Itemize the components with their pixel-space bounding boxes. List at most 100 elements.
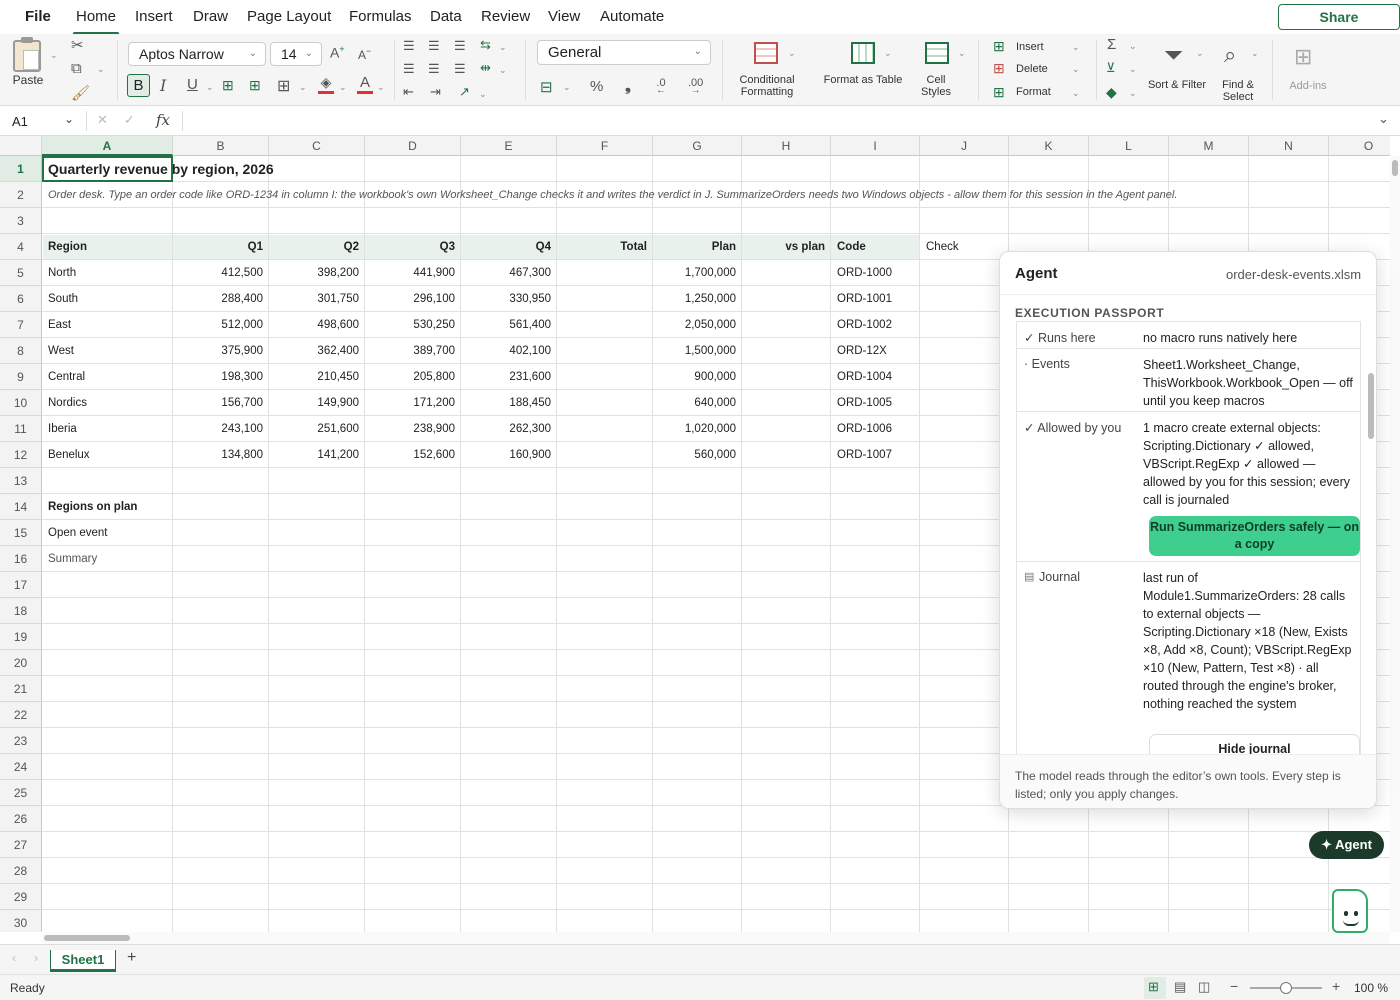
strikethrough-icon[interactable]: ⊞: [222, 77, 234, 94]
zoom-level[interactable]: 100 %: [1354, 981, 1388, 995]
cell-code[interactable]: ORD-12X: [831, 338, 920, 364]
row-header-12[interactable]: 12: [0, 442, 42, 468]
row-header-13[interactable]: 13: [0, 468, 42, 494]
chevron-down-icon[interactable]: ⌄: [50, 50, 58, 61]
fx-icon[interactable]: fx: [156, 111, 170, 129]
row-header-10[interactable]: 10: [0, 390, 42, 416]
chevron-down-icon[interactable]: ⌄: [1129, 88, 1137, 99]
row-header-15[interactable]: 15: [0, 520, 42, 546]
addins-icon[interactable]: ⊞: [1294, 44, 1312, 70]
row-header-28[interactable]: 28: [0, 858, 42, 884]
row-header-30[interactable]: 30: [0, 910, 42, 932]
chevron-down-icon[interactable]: ⌄: [1129, 41, 1137, 52]
cell-q3[interactable]: 205,800: [365, 364, 461, 390]
addins-button[interactable]: Add-ins: [1283, 80, 1333, 92]
tab-home[interactable]: Home: [72, 8, 120, 35]
format-as-table-icon[interactable]: [851, 42, 875, 64]
copy-icon[interactable]: ⧉: [71, 60, 82, 77]
cell-plan[interactable]: 1,500,000: [653, 338, 742, 364]
fill-icon[interactable]: ⊻: [1106, 60, 1116, 76]
cell-q2[interactable]: 301,750: [269, 286, 365, 312]
cell-region[interactable]: Benelux: [42, 442, 173, 468]
zoom-slider[interactable]: [1250, 982, 1322, 994]
cell-plan[interactable]: 560,000: [653, 442, 742, 468]
font-size-select[interactable]: 14 ⌄: [270, 42, 322, 66]
tab-formulas[interactable]: Formulas: [349, 8, 412, 25]
cell-q2[interactable]: 210,450: [269, 364, 365, 390]
row-header-16[interactable]: 16: [0, 546, 42, 572]
cell-region[interactable]: West: [42, 338, 173, 364]
format-cells-icon[interactable]: ⊞: [993, 84, 1005, 101]
sheet-tab-sheet1[interactable]: Sheet1: [50, 950, 116, 972]
cell-q4[interactable]: 402,100: [461, 338, 557, 364]
header-region[interactable]: Region: [42, 234, 173, 260]
column-header-l[interactable]: L: [1089, 136, 1169, 156]
select-all-corner[interactable]: [0, 136, 42, 156]
column-header-c[interactable]: C: [269, 136, 365, 156]
row-header-29[interactable]: 29: [0, 884, 42, 910]
cell-code[interactable]: ORD-1001: [831, 286, 920, 312]
share-button[interactable]: Share: [1278, 4, 1400, 30]
row-header-6[interactable]: 6: [0, 286, 42, 312]
cancel-icon[interactable]: ✕: [97, 112, 108, 128]
cell-q1[interactable]: 412,500: [173, 260, 269, 286]
cell-styles-icon[interactable]: [925, 42, 949, 64]
format-painter-icon[interactable]: 🖌: [71, 84, 90, 102]
prev-sheet-icon[interactable]: ‹: [12, 951, 16, 965]
orientation-icon[interactable]: ↗: [459, 84, 470, 100]
name-box[interactable]: A1: [12, 114, 28, 129]
tab-draw[interactable]: Draw: [193, 8, 228, 25]
row-header-4[interactable]: 4: [0, 234, 42, 260]
cell-code[interactable]: ORD-1005: [831, 390, 920, 416]
cell-q3[interactable]: 238,900: [365, 416, 461, 442]
align-center-icon[interactable]: ☰: [428, 61, 440, 77]
comma-icon[interactable]: ❟: [625, 78, 631, 95]
cell-code[interactable]: ORD-1007: [831, 442, 920, 468]
chevron-down-icon[interactable]: ⌄: [479, 89, 487, 100]
align-bottom-icon[interactable]: ☰: [454, 38, 466, 54]
cell-plan[interactable]: 1,250,000: [653, 286, 742, 312]
scissors-icon[interactable]: ✂: [71, 36, 84, 54]
cell-q3[interactable]: 152,600: [365, 442, 461, 468]
header-total[interactable]: Total: [557, 234, 653, 260]
cell-open-event[interactable]: Open event: [42, 520, 173, 546]
cell-q1[interactable]: 375,900: [173, 338, 269, 364]
cell-q1[interactable]: 243,100: [173, 416, 269, 442]
column-header-j[interactable]: J: [920, 136, 1009, 156]
zoom-in-button[interactable]: +: [1332, 978, 1340, 994]
align-top-icon[interactable]: ☰: [403, 38, 415, 54]
cell-q1[interactable]: 512,000: [173, 312, 269, 338]
cell-q1[interactable]: 134,800: [173, 442, 269, 468]
agent-toggle-button[interactable]: ✦ Agent: [1309, 831, 1384, 859]
cell-q1[interactable]: 288,400: [173, 286, 269, 312]
increase-decimal-icon[interactable]: .0 ←: [656, 77, 666, 96]
align-left-icon[interactable]: ☰: [403, 61, 415, 77]
hide-journal-button[interactable]: Hide journal: [1149, 734, 1360, 754]
row-header-20[interactable]: 20: [0, 650, 42, 676]
header-code[interactable]: Code: [831, 234, 920, 260]
menu-file[interactable]: File: [25, 8, 51, 25]
horizontal-scrollbar[interactable]: [42, 932, 1390, 944]
chevron-down-icon[interactable]: ⌄: [1196, 48, 1204, 59]
scrollbar-thumb[interactable]: [1392, 160, 1398, 176]
italic-button[interactable]: I: [160, 76, 166, 95]
row-header-25[interactable]: 25: [0, 780, 42, 806]
cell-q2[interactable]: 498,600: [269, 312, 365, 338]
paste-label[interactable]: Paste: [12, 74, 44, 86]
cell-plan[interactable]: 900,000: [653, 364, 742, 390]
cell-q3[interactable]: 389,700: [365, 338, 461, 364]
cell-q1[interactable]: 156,700: [173, 390, 269, 416]
cell-q3[interactable]: 441,900: [365, 260, 461, 286]
cell-q2[interactable]: 362,400: [269, 338, 365, 364]
zoom-out-button[interactable]: −: [1230, 978, 1238, 994]
row-header-8[interactable]: 8: [0, 338, 42, 364]
percent-icon[interactable]: %: [590, 78, 603, 95]
row-header-22[interactable]: 22: [0, 702, 42, 728]
chevron-down-icon[interactable]: ⌄: [958, 48, 966, 59]
column-header-g[interactable]: G: [653, 136, 742, 156]
underline-button[interactable]: U: [187, 76, 198, 93]
row-header-17[interactable]: 17: [0, 572, 42, 598]
tab-review[interactable]: Review: [481, 8, 530, 25]
row-header-14[interactable]: 14: [0, 494, 42, 520]
column-header-e[interactable]: E: [461, 136, 557, 156]
